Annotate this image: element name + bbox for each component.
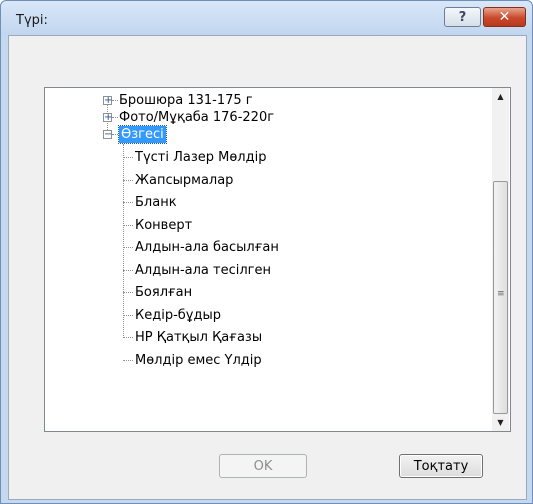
scroll-down-icon[interactable]: ▼ [492,414,509,431]
scrollbar-thumb[interactable]: ≡ [493,181,508,414]
tree-connector [112,134,118,135]
tree-item[interactable]: Боялған [135,284,192,301]
scroll-up-icon[interactable]: ▲ [492,88,509,105]
dialog-title: Түрі: [16,13,48,28]
tree-item-brochure[interactable]: Брошюра 131-175 г [119,92,253,109]
close-icon: ✕ [498,9,511,25]
tree-item[interactable]: Алдын-ала тесілген [135,262,271,279]
tree-item-other[interactable]: Өзгесі [118,125,167,144]
title-bar[interactable]: Түрі: ? ✕ [1,1,532,35]
tree-item[interactable]: HP Қатқыл Қағазы [135,329,262,346]
tree-item[interactable]: Конверт [135,217,192,234]
tree-item[interactable]: Түсті Лазер Мөлдір [135,149,266,166]
help-button[interactable]: ? [444,7,481,27]
cancel-button-label: Тоқтату [413,458,469,474]
tree-item-photo-cover[interactable]: Фото/Мұқаба 176-220г [119,109,274,126]
tree-item[interactable]: Бланк [135,194,177,211]
vertical-scrollbar[interactable]: ▲ ≡ ▼ [492,88,509,431]
tree-connector [123,247,133,248]
expand-icon[interactable]: + [103,113,112,123]
tree-connector [123,157,133,158]
dialog-window: Түрі: ? ✕ + Брошюра 131-175 г + Фото/Мұқ… [0,0,533,504]
tree-connector [123,315,133,316]
tree-connector [123,360,133,361]
tree-connector [123,180,133,181]
cancel-button[interactable]: Тоқтату [399,454,483,478]
paper-type-tree[interactable]: + Брошюра 131-175 г + Фото/Мұқаба 176-22… [44,87,511,432]
collapse-icon[interactable]: − [103,130,112,140]
tree-item[interactable]: Алдын-ала басылған [135,239,279,256]
tree-connector [123,202,133,203]
ok-button-label: OK [253,458,273,474]
close-button[interactable]: ✕ [483,7,526,27]
dialog-body: + Брошюра 131-175 г + Фото/Мұқаба 176-22… [8,35,527,500]
tree-item[interactable]: Мөлдір емес Үлдір [135,352,262,369]
tree-connector [112,117,118,118]
question-mark-icon: ? [458,9,467,25]
tree-connector [123,270,133,271]
tree-connector [123,337,133,338]
tree-connector [123,225,133,226]
tree-item[interactable]: Кедір-бұдыр [135,307,221,324]
grip-icon: ≡ [497,289,505,299]
tree-connector [123,144,124,338]
tree-connector [123,292,133,293]
tree-connector [112,100,118,101]
ok-button[interactable]: OK [219,454,307,478]
expand-icon[interactable]: + [103,96,112,106]
tree-item[interactable]: Жапсырмалар [135,172,233,189]
